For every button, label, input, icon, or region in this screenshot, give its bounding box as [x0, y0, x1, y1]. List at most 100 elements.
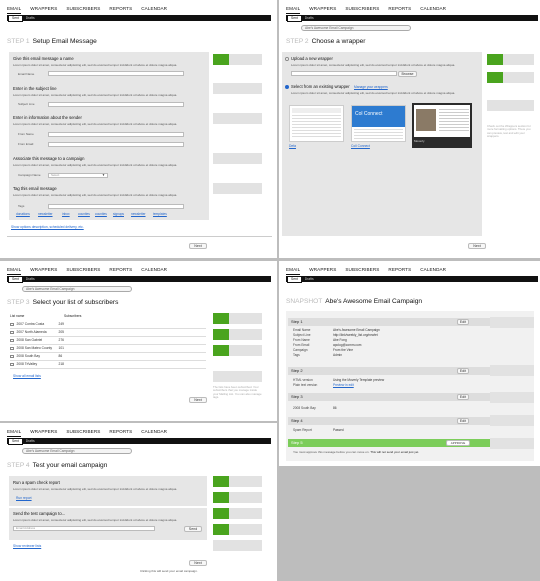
nav-wrappers[interactable]: WRAPPERS — [30, 429, 57, 437]
list-row[interactable]: 2008 South Bay 86 — [10, 353, 206, 361]
tag-link[interactable]: signups — [113, 212, 124, 216]
tag-link[interactable]: counties — [95, 212, 107, 216]
nav-subscribers[interactable]: SUBSCRIBERS — [66, 6, 100, 14]
row-value: From the Vine — [333, 348, 353, 352]
nav-wrappers[interactable]: WRAPPERS — [309, 267, 336, 275]
nav-email[interactable]: EMAIL — [286, 6, 301, 14]
next-button[interactable]: Next — [189, 560, 207, 566]
nav-subscribers[interactable]: SUBSCRIBERS — [66, 267, 100, 275]
thumb-lines — [439, 109, 469, 133]
next-button[interactable]: Next — [468, 243, 486, 249]
label-from-name: From Name — [18, 132, 34, 136]
tab-drafts[interactable]: Drafts — [23, 16, 38, 21]
nav-calendar[interactable]: CALENDAR — [141, 6, 167, 14]
next-button[interactable]: Next — [189, 397, 207, 403]
campaign-name-field[interactable]: Abe's Awesome Email Campaign — [22, 448, 132, 454]
tab-drafts[interactable]: Drafts — [302, 16, 317, 21]
wrapper-thumb-3-selected[interactable]: Moverly — [412, 103, 472, 148]
nav-reports[interactable]: REPORTS — [109, 429, 132, 437]
summary-row: Campaign From the Vine — [293, 348, 353, 352]
from-email-input[interactable] — [48, 141, 184, 147]
nav-subscribers[interactable]: SUBSCRIBERS — [66, 429, 100, 437]
edit-button[interactable]: Edit — [457, 418, 469, 424]
tag-link[interactable]: newsletter — [38, 212, 53, 216]
send-button[interactable]: Send — [184, 525, 202, 532]
edit-button[interactable]: Edit — [457, 319, 469, 325]
checkbox[interactable] — [10, 362, 14, 366]
nav-calendar[interactable]: CALENDAR — [420, 267, 446, 275]
tab-drafts[interactable]: Drafts — [23, 439, 38, 444]
browse-button[interactable]: Browse — [398, 70, 417, 77]
row-key: Email Name — [293, 328, 311, 332]
show-all-lists-link[interactable]: Show all email lists — [13, 374, 41, 378]
tab-sent[interactable]: Sent — [8, 437, 23, 445]
radio-existing[interactable]: Select from an existing wrapper — [285, 84, 350, 89]
nav-calendar[interactable]: CALENDAR — [420, 6, 446, 14]
checkbox[interactable] — [10, 346, 14, 350]
nav-reports[interactable]: REPORTS — [109, 6, 132, 14]
nav-email[interactable]: EMAIL — [7, 429, 22, 437]
nav-email[interactable]: EMAIL — [286, 267, 301, 275]
campaign-select[interactable]: Select ▼ — [48, 172, 108, 178]
nav-subscribers[interactable]: SUBSCRIBERS — [345, 267, 379, 275]
upload-input[interactable] — [291, 71, 397, 76]
tab-sent[interactable]: Sent — [287, 14, 302, 22]
checkbox[interactable] — [10, 338, 14, 342]
approve-button[interactable]: APPROVE — [446, 440, 470, 446]
show-reviewer-link[interactable]: Show reviewer lists — [13, 544, 41, 548]
heading-name: Give this email message a name — [13, 56, 74, 61]
test-email-input[interactable]: Email Address — [13, 526, 155, 531]
list-row[interactable]: 2008 San Gabriel 276 — [10, 337, 206, 345]
nav-reports[interactable]: REPORTS — [388, 267, 411, 275]
nav-wrappers[interactable]: WRAPPERS — [30, 6, 57, 14]
subject-input[interactable] — [48, 101, 184, 107]
tab-drafts[interactable]: Drafts — [23, 277, 38, 282]
checkbox[interactable] — [10, 322, 14, 326]
manage-wrappers-link[interactable]: Manage your wrappers — [354, 85, 388, 89]
summary-row: HTML version Using the Moverly Template p… — [293, 378, 384, 382]
nav-wrappers[interactable]: WRAPPERS — [309, 6, 336, 14]
help-text: Lorem ipsum dolor sit amet, consectetur … — [13, 63, 178, 67]
tab-sent[interactable]: Sent — [8, 275, 23, 283]
tab-sent[interactable]: Sent — [287, 275, 302, 283]
tag-link[interactable]: inbox — [62, 212, 70, 216]
nav-reports[interactable]: REPORTS — [388, 6, 411, 14]
list-row[interactable]: 2008 San Mateo County 101 — [10, 345, 206, 353]
run-report-link[interactable]: Run report — [16, 496, 32, 500]
nav-calendar[interactable]: CALENDAR — [141, 429, 167, 437]
tags-input[interactable] — [48, 203, 184, 209]
nav-subscribers[interactable]: SUBSCRIBERS — [345, 6, 379, 14]
email-name-input[interactable] — [48, 71, 184, 76]
campaign-name-field[interactable]: Abe's Awesome Email Campaign — [301, 25, 411, 31]
checkbox[interactable] — [10, 330, 14, 334]
tag-link[interactable]: donations — [16, 212, 30, 216]
campaign-name-field[interactable]: Abe's Awesome Email Campaign — [22, 286, 132, 292]
tag-link[interactable]: templates — [153, 212, 167, 216]
tag-link[interactable]: newsletter — [131, 212, 146, 216]
wrapper-thumb-1[interactable] — [289, 105, 344, 142]
row-value: http://link/weekly_list.org/newlet — [333, 333, 378, 337]
show-options-link[interactable]: Show options description, scheduled deli… — [11, 225, 84, 229]
list-row[interactable]: 2008 TriValley 218 — [10, 361, 206, 369]
next-button[interactable]: Next — [189, 243, 207, 249]
edit-button[interactable]: Edit — [457, 368, 469, 374]
list-row[interactable]: 2007 North Alameda 205 — [10, 329, 206, 337]
wrapper-thumb-2-label[interactable]: Coll Connect — [351, 144, 370, 148]
checkbox[interactable] — [10, 354, 14, 358]
list-row[interactable]: 2007 Contra Costa 249 — [10, 321, 206, 329]
nav-wrappers[interactable]: WRAPPERS — [30, 267, 57, 275]
nav-reports[interactable]: REPORTS — [109, 267, 132, 275]
from-name-input[interactable] — [48, 131, 184, 137]
nav-calendar[interactable]: CALENDAR — [141, 267, 167, 275]
nav-email[interactable]: EMAIL — [7, 6, 22, 14]
tab-sent[interactable]: Sent — [8, 14, 23, 22]
tab-drafts[interactable]: Drafts — [302, 277, 317, 282]
snapshot-label: SNAPSHOT — [286, 298, 323, 305]
edit-button[interactable]: Edit — [457, 394, 469, 400]
status-complete — [213, 313, 229, 324]
wrapper-thumb-2[interactable]: Col Connect — [351, 105, 406, 142]
nav-email[interactable]: EMAIL — [7, 267, 22, 275]
tag-link[interactable]: counties — [78, 212, 90, 216]
radio-upload[interactable]: Upload a new wrapper — [285, 56, 333, 61]
wrapper-thumb-1-label[interactable]: Defa — [289, 144, 296, 148]
